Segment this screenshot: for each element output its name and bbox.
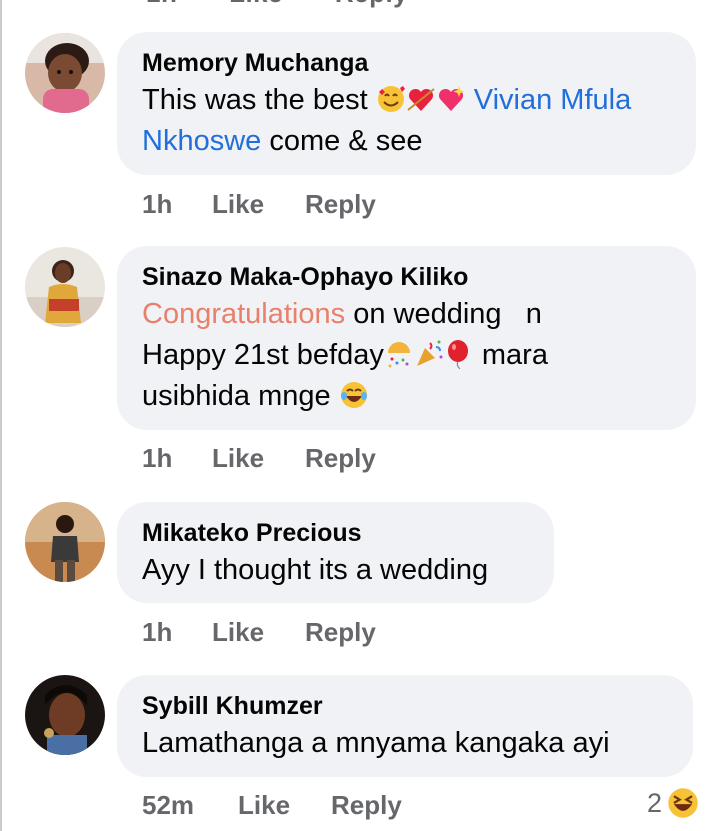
comment-actions: 52m Like Reply	[142, 790, 402, 821]
comment-bubble: Mikateko Precious Ayy I thought its a we…	[117, 502, 554, 603]
comment-actions: 1h Like Reply	[142, 189, 376, 220]
reply-button[interactable]: Reply	[305, 443, 376, 474]
comment-actions: 1h Like Reply	[142, 443, 376, 474]
previous-time: 1h	[146, 0, 177, 8]
highlighted-word: Congratulations	[142, 298, 346, 330]
comment-text: Ayy I thought its a wedding	[142, 554, 489, 586]
previous-like-button[interactable]: Like	[229, 0, 283, 8]
left-border	[0, 0, 2, 831]
comment-text-part: usibhida mnge	[142, 380, 339, 412]
comment-text-part: come & see	[261, 125, 423, 157]
previous-comment-actions: 1h Like Reply	[146, 0, 452, 9]
like-button[interactable]: Like	[212, 189, 305, 220]
comment-author[interactable]: Sinazo Maka-Ophayo Kiliko	[142, 260, 670, 294]
heart-arrow-emoji-icon	[407, 88, 435, 111]
comment-time[interactable]: 1h	[142, 443, 212, 474]
comment-text-part: mara	[473, 339, 548, 371]
comment-bubble: Sinazo Maka-Ophayo Kiliko Congratulation…	[117, 246, 696, 430]
like-button[interactable]: Like	[238, 790, 331, 821]
comment-text-part: This was the best	[142, 84, 376, 116]
comment-text-part: on wedding n	[345, 298, 542, 330]
comment-text-part: Happy 21st befday	[142, 339, 384, 371]
comment-time[interactable]: 52m	[142, 790, 238, 821]
avatar[interactable]	[25, 502, 105, 582]
balloon-emoji-icon	[447, 340, 468, 369]
comment-bubble: Memory Muchanga This was the best Vivian…	[117, 32, 696, 175]
comment-bubble: Sybill Khumzer Lamathanga a mnyama kanga…	[117, 675, 693, 777]
comment-author[interactable]: Mikateko Precious	[142, 516, 528, 550]
reply-button[interactable]: Reply	[305, 617, 376, 648]
comment-text: This was the best Vivian Mfula Nkhoswe c…	[142, 80, 670, 162]
reply-button[interactable]: Reply	[331, 790, 402, 821]
comment-author[interactable]: Sybill Khumzer	[142, 689, 667, 723]
comment-text: Lamathanga a mnyama kangaka ayi	[142, 727, 610, 759]
reaction-summary[interactable]: 2	[647, 786, 700, 820]
sparkling-heart-emoji-icon	[438, 86, 465, 111]
comment-actions: 1h Like Reply	[142, 617, 376, 648]
party-popper-emoji-icon	[416, 340, 443, 366]
comment-time[interactable]: 1h	[142, 617, 212, 648]
comment-text: Congratulations on wedding n Happy 21st …	[142, 294, 670, 417]
comment-author[interactable]: Memory Muchanga	[142, 46, 670, 80]
previous-reply-button[interactable]: Reply	[335, 0, 408, 8]
like-button[interactable]: Like	[212, 443, 305, 474]
laughing-reaction-icon	[668, 788, 698, 818]
reply-button[interactable]: Reply	[305, 189, 376, 220]
avatar[interactable]	[25, 247, 105, 327]
reaction-count: 2	[646, 787, 662, 818]
tears-of-joy-emoji-icon	[340, 382, 367, 408]
confetti-ball-emoji-icon	[387, 342, 410, 368]
smiling-hearts-emoji-icon	[377, 86, 405, 112]
like-button[interactable]: Like	[212, 617, 305, 648]
comment-time[interactable]: 1h	[142, 189, 212, 220]
avatar[interactable]	[25, 33, 105, 113]
avatar[interactable]	[25, 675, 105, 755]
